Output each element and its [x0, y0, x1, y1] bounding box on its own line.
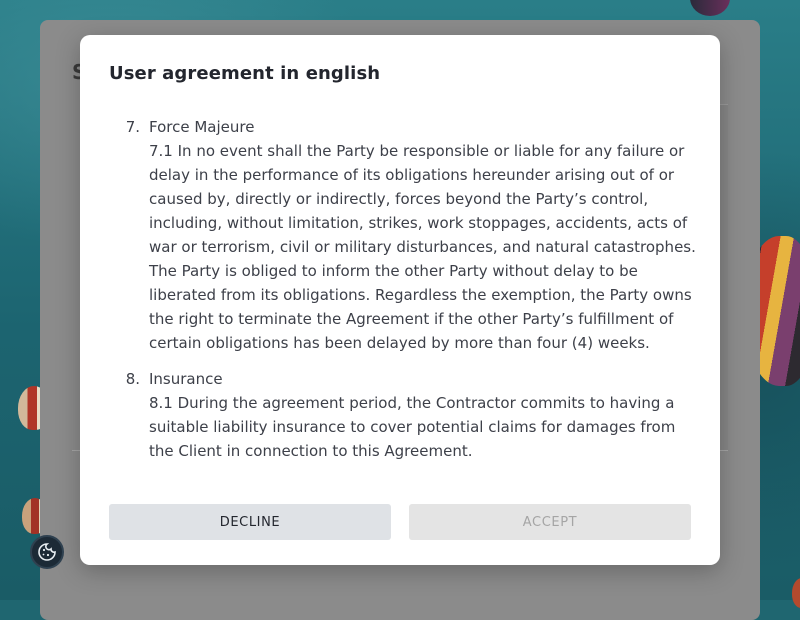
clause-text: 8.1 During the agreement period, the Con…	[149, 394, 676, 460]
agreement-scroll-area[interactable]: 7. Force Majeure 7.1 In no event shall t…	[109, 115, 699, 491]
clause-heading: Insurance	[149, 370, 223, 388]
clause-number: 8.	[125, 370, 140, 388]
modal-title: User agreement in english	[109, 63, 381, 84]
decline-button[interactable]: DECLINE	[109, 504, 391, 540]
cookie-icon	[38, 543, 56, 561]
clause-text: 7.1 In no event shall the Party be respo…	[149, 142, 696, 352]
user-agreement-modal: User agreement in english 7. Force Majeu…	[80, 35, 720, 565]
clause-insurance: 8. Insurance 8.1 During the agreement pe…	[109, 367, 699, 463]
cookie-settings-button[interactable]	[30, 535, 64, 569]
accept-button[interactable]: ACCEPT	[409, 504, 691, 540]
clause-number: 7.	[125, 118, 140, 136]
clause-heading: Force Majeure	[149, 118, 255, 136]
clause-force-majeure: 7. Force Majeure 7.1 In no event shall t…	[109, 115, 699, 355]
